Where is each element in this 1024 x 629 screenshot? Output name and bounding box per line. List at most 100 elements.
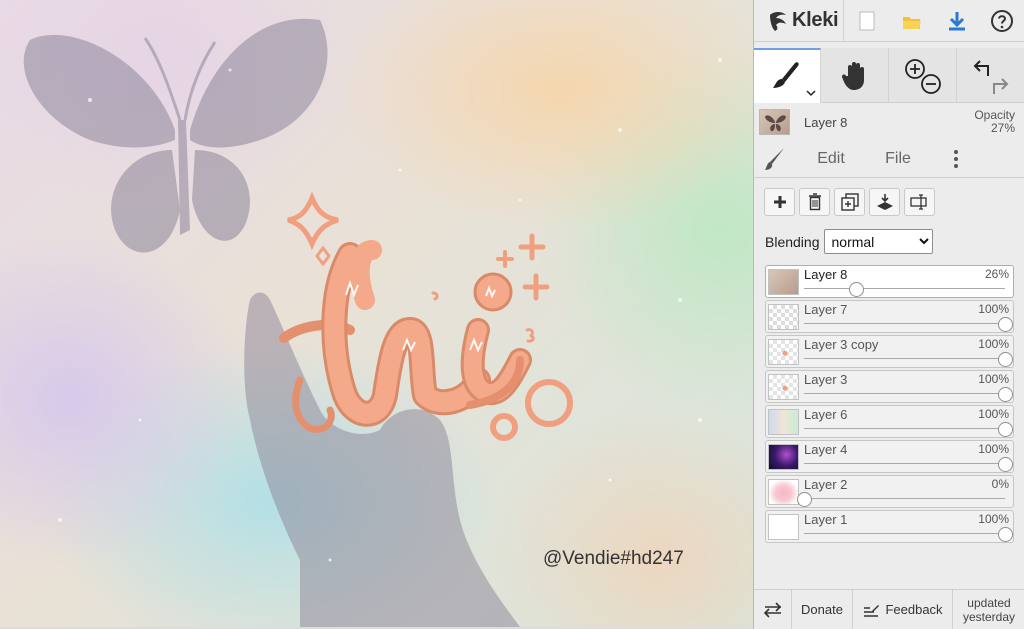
layer-opacity: 100%: [978, 372, 1009, 386]
current-layer-thumbnail: [759, 109, 790, 135]
swap-arrows-icon: [763, 601, 781, 618]
layer-opacity: 100%: [978, 512, 1009, 526]
plus-icon: [773, 196, 786, 208]
opacity-slider-track[interactable]: [804, 428, 1005, 429]
new-image-button[interactable]: [844, 0, 889, 42]
layer-actions: [764, 188, 935, 216]
rename-layer-button[interactable]: [904, 188, 935, 216]
layer-name: Layer 3 copy: [804, 337, 879, 352]
drawing-canvas[interactable]: @Vendie#hd247: [0, 0, 753, 627]
opacity-slider-knob[interactable]: [998, 317, 1013, 332]
save-image-button[interactable]: [934, 0, 979, 42]
delete-layer-button[interactable]: [799, 188, 830, 216]
opacity-slider-knob[interactable]: [849, 282, 865, 297]
opacity-slider-knob[interactable]: [998, 422, 1013, 437]
updated-line1: updated: [967, 595, 1011, 610]
watermark-text: @Vendie#hd247: [543, 548, 684, 569]
panel-tabs: Edit File: [754, 141, 1024, 266]
open-image-button[interactable]: [889, 0, 934, 42]
layer-name: Layer 1: [804, 512, 848, 527]
tool-row: [754, 48, 1024, 103]
opacity-slider-knob[interactable]: [998, 387, 1013, 402]
opacity-slider-knob[interactable]: [797, 492, 812, 507]
butterfly-shadow: [23, 18, 328, 253]
opacity-slider-knob[interactable]: [998, 457, 1013, 472]
layer-thumbnail: [768, 409, 799, 435]
swap-side-button[interactable]: [754, 589, 792, 629]
artwork: [23, 18, 722, 627]
duplicate-layer-button[interactable]: [834, 188, 865, 216]
opacity-slider-track[interactable]: [804, 533, 1005, 534]
tab-file[interactable]: File: [864, 141, 932, 178]
new-file-icon: [859, 11, 874, 30]
updated-line2: yesterday: [962, 609, 1016, 624]
feedback-label: Feedback: [885, 602, 943, 617]
duplicate-icon: [840, 193, 859, 211]
add-layer-button[interactable]: [764, 188, 795, 216]
undo-redo-buttons[interactable]: [957, 48, 1024, 103]
layer-row[interactable]: Layer 2 0%: [765, 475, 1014, 508]
layer-row[interactable]: Layer 4 100%: [765, 440, 1014, 473]
layer-thumbnail: [768, 479, 799, 505]
butterfly-icon: [765, 115, 786, 132]
layer-row[interactable]: Layer 3 copy 100%: [765, 335, 1014, 368]
blending-select[interactable]: normal: [823, 229, 933, 254]
help-icon: [990, 9, 1013, 32]
tab-brush[interactable]: [754, 141, 798, 178]
download-icon: [948, 11, 965, 30]
current-layer-info: Layer 8 Opacity 27%: [754, 104, 1024, 140]
tab-edit[interactable]: Edit: [798, 141, 864, 178]
merge-layer-button[interactable]: [869, 188, 900, 216]
opacity-slider-knob[interactable]: [998, 527, 1013, 542]
hand-icon: [841, 61, 864, 90]
layer-opacity: 100%: [978, 442, 1009, 456]
more-vertical-icon: [953, 150, 958, 168]
folder-icon: [902, 16, 921, 29]
app-name: Kleki: [792, 9, 839, 31]
opacity-slider-track[interactable]: [804, 288, 1005, 289]
opacity-slider-knob[interactable]: [998, 352, 1013, 367]
layer-opacity: 100%: [978, 302, 1009, 316]
layer-row[interactable]: Layer 3 100%: [765, 370, 1014, 403]
opacity-value: 27%: [990, 121, 1015, 135]
trash-icon: [808, 193, 821, 211]
layer-row[interactable]: Layer 8 26%: [765, 265, 1014, 298]
bottom-bar: Donate Feedback updated yesterday: [754, 589, 1024, 629]
opacity-slider-track[interactable]: [804, 393, 1005, 394]
help-button[interactable]: [979, 0, 1024, 42]
layer-name: Layer 8: [804, 267, 848, 282]
current-layer-name: Layer 8: [804, 114, 848, 130]
rename-icon: [909, 194, 927, 210]
opacity-slider-track[interactable]: [804, 498, 1005, 499]
layer-thumbnail: [768, 304, 799, 330]
layer-thumbnail: [768, 374, 799, 400]
layer-thumbnail: [768, 514, 799, 540]
layer-name: Layer 7: [804, 302, 848, 317]
brush-icon: [773, 61, 799, 88]
feedback-link[interactable]: Feedback: [853, 589, 953, 629]
layer-thumbnail: [768, 444, 799, 470]
zoom-buttons[interactable]: [889, 48, 957, 103]
layer-name: Layer 6: [804, 407, 848, 422]
layer-thumbnail: [768, 269, 799, 295]
merge-down-icon: [876, 194, 893, 210]
tab-more[interactable]: [932, 141, 979, 178]
updated-info[interactable]: updated yesterday: [953, 590, 1024, 629]
hand-tool-button[interactable]: [821, 48, 889, 103]
layers-panel: Blending normal Layer 8 26% Layer 7 100% Lay…: [754, 178, 1024, 590]
kleki-logo-icon: [770, 11, 786, 31]
layer-row[interactable]: Layer 7 100%: [765, 300, 1014, 333]
opacity-slider-track[interactable]: [804, 463, 1005, 464]
opacity-slider-track[interactable]: [804, 358, 1005, 359]
opacity-slider-track[interactable]: [804, 323, 1005, 324]
layer-row[interactable]: Layer 1 100%: [765, 510, 1014, 543]
layer-row[interactable]: Layer 6 100%: [765, 405, 1014, 438]
zoom-in-out-icon: [904, 58, 941, 94]
layer-list: Layer 8 26% Layer 7 100% Layer 3 copy 100% Lay…: [765, 265, 1014, 545]
donate-link[interactable]: Donate: [792, 589, 853, 629]
kleki-logo[interactable]: Kleki: [754, 0, 844, 42]
layer-name: Layer 4: [804, 442, 848, 457]
sidebar: Kleki Layer 8 Opacity 27% Edit File Blen…: [753, 0, 1024, 629]
brush-tool-button[interactable]: [754, 48, 821, 103]
layer-opacity: 100%: [978, 337, 1009, 351]
